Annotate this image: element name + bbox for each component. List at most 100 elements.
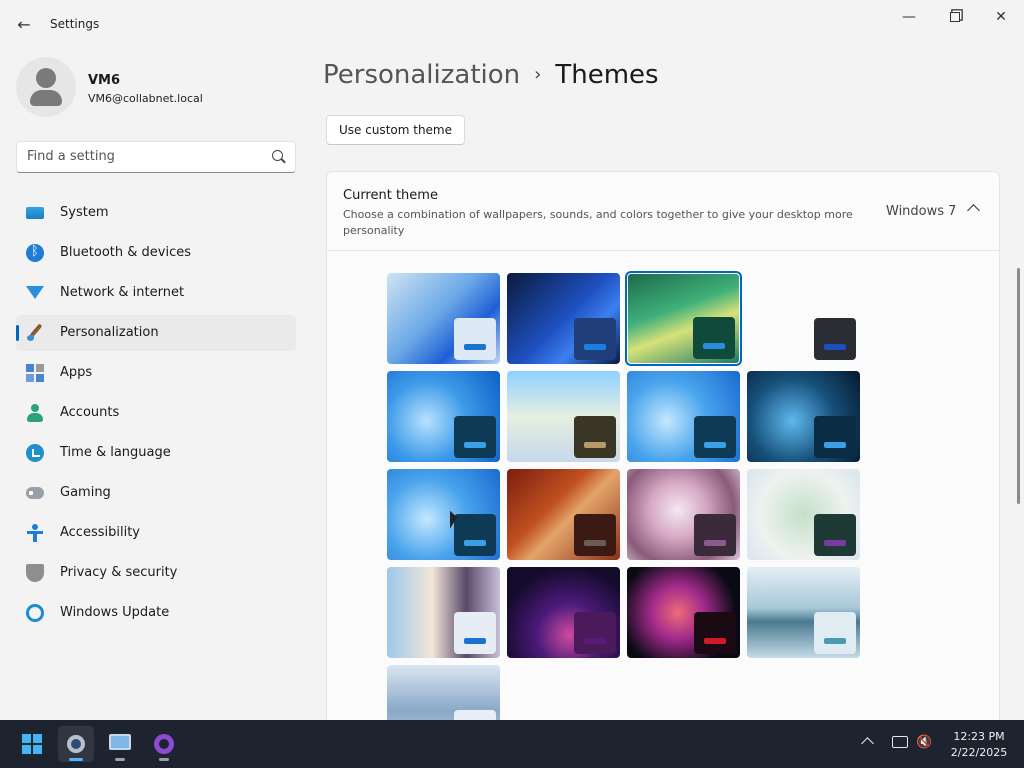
theme-tile[interactable] [625, 271, 742, 366]
theme-tile[interactable] [747, 567, 860, 658]
clock-time[interactable]: 12:23 PM [948, 730, 1010, 743]
sidebar-item-label: Windows Update [60, 605, 170, 620]
search-icon[interactable] [272, 150, 283, 161]
sidebar-item-label: Time & language [60, 445, 171, 460]
sidebar-item-label: Accessibility [60, 525, 140, 540]
sidebar-item-accounts[interactable]: Accounts [16, 395, 296, 431]
github-icon [154, 734, 174, 754]
theme-tile[interactable] [507, 371, 620, 462]
theme-color-swatch [694, 612, 736, 654]
arrow-left-icon[interactable]: ← [10, 10, 38, 38]
paintbrush-icon [26, 324, 44, 342]
sidebar-item-label: Gaming [60, 485, 111, 500]
theme-accent-bar [703, 343, 725, 349]
chevron-right-icon: › [534, 64, 542, 85]
theme-tile[interactable] [507, 469, 620, 560]
theme-accent-bar [824, 344, 846, 350]
scrollbar-thumb[interactable] [1017, 268, 1020, 504]
taskbar-remote-desktop[interactable] [102, 726, 138, 762]
sidebar-item-system[interactable]: System [16, 195, 296, 231]
refresh-icon [26, 604, 44, 622]
sidebar-nav: System Bluetooth & devices Network & int… [16, 195, 296, 635]
chevron-up-icon[interactable] [967, 204, 980, 217]
theme-color-swatch [814, 612, 856, 654]
theme-color-swatch [574, 318, 616, 360]
theme-color-swatch [574, 612, 616, 654]
windows-start-icon [22, 734, 42, 754]
avatar [16, 57, 76, 117]
theme-accent-bar [464, 540, 486, 546]
apps-grid-icon [26, 364, 44, 382]
restore-icon [950, 12, 960, 22]
theme-accent-bar [584, 540, 606, 546]
theme-color-swatch [693, 317, 735, 359]
theme-color-swatch [454, 416, 496, 458]
theme-color-swatch [814, 416, 856, 458]
theme-color-swatch [454, 612, 496, 654]
theme-gallery [326, 251, 1000, 721]
theme-tile[interactable] [387, 273, 500, 364]
breadcrumb-parent[interactable]: Personalization [323, 60, 520, 90]
sidebar-item-network[interactable]: Network & internet [16, 275, 296, 311]
theme-tile[interactable] [387, 665, 500, 720]
theme-accent-bar [464, 442, 486, 448]
breadcrumb: Personalization › Themes [323, 60, 659, 96]
clock-globe-icon [26, 444, 44, 462]
sidebar-item-apps[interactable]: Apps [16, 355, 296, 391]
theme-color-swatch [574, 416, 616, 458]
theme-tile[interactable] [507, 567, 620, 658]
theme-accent-bar [824, 540, 846, 546]
sidebar-item-label: Personalization [60, 325, 159, 340]
theme-tile[interactable] [387, 371, 500, 462]
settings-gear-icon [67, 735, 85, 753]
search-box [16, 141, 296, 173]
accessibility-icon [26, 524, 44, 542]
gamepad-icon [26, 487, 44, 499]
current-theme-card[interactable]: Current theme Choose a combination of wa… [326, 171, 1000, 251]
sidebar-item-time-language[interactable]: Time & language [16, 435, 296, 471]
search-input[interactable] [27, 149, 257, 164]
theme-color-swatch [814, 318, 856, 360]
close-button[interactable]: ✕ [978, 4, 1024, 30]
theme-tile[interactable] [627, 469, 740, 560]
title-bar: ← Settings — ✕ [0, 0, 1024, 48]
sidebar-item-gaming[interactable]: Gaming [16, 475, 296, 511]
theme-tile[interactable] [627, 371, 740, 462]
theme-color-swatch [694, 416, 736, 458]
theme-tile[interactable] [627, 567, 740, 658]
theme-tile[interactable] [747, 371, 860, 462]
sidebar-item-accessibility[interactable]: Accessibility [16, 515, 296, 551]
minimize-button[interactable]: — [886, 4, 932, 30]
theme-tile[interactable] [387, 567, 500, 658]
taskbar-github-desktop[interactable] [146, 726, 182, 762]
theme-accent-bar [704, 442, 726, 448]
sidebar-item-bluetooth[interactable]: Bluetooth & devices [16, 235, 296, 271]
theme-tile[interactable] [747, 469, 860, 560]
taskbar-settings[interactable] [58, 726, 94, 762]
network-icon[interactable] [892, 736, 908, 748]
sidebar-item-label: Bluetooth & devices [60, 245, 191, 260]
sidebar-item-label: System [60, 205, 109, 220]
theme-tile[interactable] [507, 273, 620, 364]
sidebar-item-windows-update[interactable]: Windows Update [16, 595, 296, 631]
window-title: Settings [50, 17, 100, 31]
sidebar-item-privacy-security[interactable]: Privacy & security [16, 555, 296, 591]
use-custom-theme-button[interactable]: Use custom theme [326, 115, 466, 145]
user-profile[interactable]: VM6 VM6@collabnet.local [16, 57, 296, 117]
theme-color-swatch [574, 514, 616, 556]
theme-tile[interactable] [387, 469, 500, 560]
theme-accent-bar [464, 638, 486, 644]
theme-accent-bar [704, 638, 726, 644]
start-button[interactable] [14, 726, 50, 762]
restore-button[interactable] [932, 4, 978, 30]
sidebar-item-label: Accounts [60, 405, 120, 420]
page-title: Themes [555, 60, 659, 90]
clock-date[interactable]: 2/22/2025 [946, 746, 1012, 759]
theme-color-swatch [454, 318, 496, 360]
bluetooth-icon [26, 244, 44, 262]
volume-muted-icon[interactable]: 🔇 [916, 735, 932, 750]
current-theme-value: Windows 7 [886, 204, 957, 219]
sidebar-item-personalization[interactable]: Personalization [16, 315, 296, 351]
remote-desktop-icon [109, 734, 131, 750]
theme-tile[interactable] [747, 273, 860, 364]
